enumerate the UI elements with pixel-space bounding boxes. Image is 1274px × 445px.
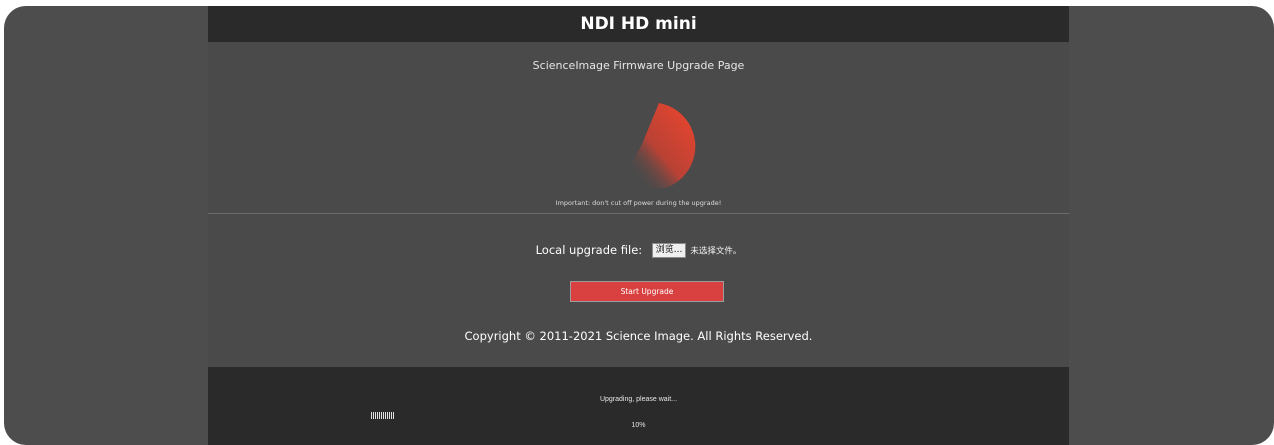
start-upgrade-button[interactable]: Start Upgrade — [570, 281, 724, 302]
progress-segment — [371, 412, 372, 419]
upgrade-status-panel: Upgrading, please wait... 10% — [208, 367, 1069, 445]
app-window: NDI HD mini ScienceImage Firmware Upgrad… — [4, 6, 1274, 445]
progress-segment — [375, 412, 376, 419]
page-title: NDI HD mini — [580, 14, 697, 34]
progress-segment — [373, 412, 374, 419]
progress-percent: 10% — [631, 422, 646, 429]
browse-button[interactable]: 浏览... — [651, 243, 687, 258]
progress-segment — [389, 412, 390, 419]
divider — [208, 213, 1069, 214]
power-warning: Important: don't cut off power during th… — [555, 199, 722, 207]
progress-segment — [387, 412, 388, 419]
progress-bar — [371, 412, 395, 419]
progress-segment — [383, 412, 384, 419]
page-subtitle: ScienceImage Firmware Upgrade Page — [532, 59, 745, 72]
main-column: NDI HD mini ScienceImage Firmware Upgrad… — [208, 6, 1069, 445]
progress-segment — [385, 412, 386, 419]
page-header: NDI HD mini — [208, 6, 1069, 42]
loading-spinner-icon — [623, 103, 696, 188]
upgrade-status-text: Upgrading, please wait... — [599, 396, 678, 403]
no-file-text: 未选择文件。 — [690, 246, 742, 257]
file-upload-row: Local upgrade file: 浏览... 未选择文件。 — [208, 243, 1069, 258]
file-label: Local upgrade file: — [535, 243, 643, 257]
progress-segment — [391, 412, 392, 419]
progress-segment — [379, 412, 380, 419]
progress-segment — [393, 412, 394, 419]
progress-segment — [381, 412, 382, 419]
progress-segment — [377, 412, 378, 419]
copyright-text: Copyright © 2011-2021 Science Image. All… — [464, 329, 813, 343]
